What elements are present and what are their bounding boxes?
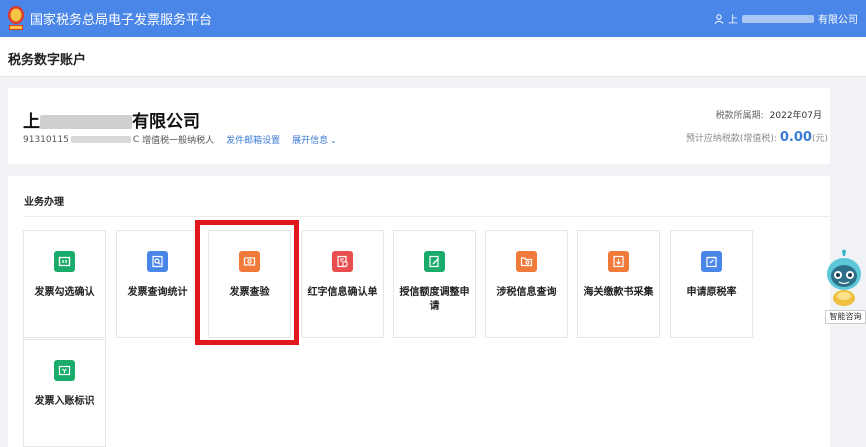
customs-collect-icon bbox=[608, 251, 629, 272]
tile-invoice-select-confirm[interactable]: 发票勾选确认 bbox=[23, 230, 106, 338]
tax-emblem-icon bbox=[8, 6, 24, 30]
company-name-suffix: 有限公司 bbox=[132, 112, 200, 132]
tile-label: 申请原税率 bbox=[686, 287, 737, 298]
page-title: 税务数字账户 bbox=[8, 53, 87, 68]
tile-label: 授信额度调整申请 bbox=[399, 287, 470, 312]
redacted-tax-id bbox=[70, 136, 131, 143]
redacted-company-name bbox=[40, 115, 132, 129]
tile-tax-info-query[interactable]: 涉税信息查询 bbox=[485, 230, 568, 338]
tax-period: 税款所属期: 2022年07月 bbox=[716, 108, 822, 121]
credit-adjust-icon bbox=[424, 251, 445, 272]
user-menu[interactable]: 上 有限公司 bbox=[714, 11, 858, 26]
tile-label: 发票勾选确认 bbox=[34, 287, 95, 298]
tax-period-value: 2022年07月 bbox=[769, 111, 822, 121]
invoice-book-icon bbox=[54, 360, 75, 381]
top-navigation-bar: 国家税务总局电子发票服务平台 上 有限公司 bbox=[0, 0, 866, 37]
tax-id-line: 91310115 C 增值税一般纳税人 发件邮箱设置 展开信息 ⌄ bbox=[23, 133, 337, 147]
apply-rate-icon bbox=[701, 251, 722, 272]
estimated-tax-label: 预计应纳税款(增值税): bbox=[685, 134, 777, 144]
company-name: 上 有限公司 bbox=[23, 107, 200, 132]
email-settings-link[interactable]: 发件邮箱设置 bbox=[226, 133, 280, 146]
tile-label: 红字信息确认单 bbox=[307, 287, 378, 298]
highlight-box bbox=[195, 220, 299, 345]
expand-info-label: 展开信息 bbox=[292, 136, 329, 146]
tile-credit-limit-adjust[interactable]: 授信额度调整申请 bbox=[393, 230, 476, 338]
tile-invoice-booking-mark[interactable]: 发票入账标识 bbox=[23, 339, 106, 447]
tax-period-label: 税款所属期: bbox=[715, 111, 764, 121]
estimated-tax-unit: (元) bbox=[811, 134, 828, 144]
business-section-title: 业务办理 bbox=[24, 197, 64, 208]
tile-customs-payment-collect[interactable]: 海关缴款书采集 bbox=[577, 230, 660, 338]
tile-invoice-query-stats[interactable]: 发票查询统计 bbox=[116, 230, 199, 338]
user-icon bbox=[714, 13, 724, 24]
tile-label: 涉税信息查询 bbox=[496, 287, 557, 298]
user-name-prefix: 上 bbox=[728, 15, 738, 26]
smart-consult-button[interactable]: 智能咨询 bbox=[825, 310, 866, 324]
user-name-suffix: 有限公司 bbox=[818, 15, 858, 26]
tile-red-letter-info-confirm[interactable]: 红字信息确认单 bbox=[301, 230, 384, 338]
estimated-tax: 预计应纳税款(增值税): 0.00 (元) bbox=[686, 130, 828, 145]
tax-id-suffix: C bbox=[132, 134, 140, 145]
red-letter-icon bbox=[332, 251, 353, 272]
estimated-tax-amount: 0.00 bbox=[779, 130, 812, 145]
company-info-card: 上 有限公司 91310115 C 增值税一般纳税人 发件邮箱设置 展开信息 ⌄ 税款… bbox=[8, 88, 830, 164]
tile-label: 海关缴款书采集 bbox=[583, 287, 654, 298]
tax-id-prefix: 91310115 bbox=[23, 134, 69, 145]
chevron-down-icon: ⌄ bbox=[330, 136, 337, 145]
expand-info-link[interactable]: 展开信息 ⌄ bbox=[292, 133, 337, 146]
page-header: 税务数字账户 bbox=[0, 37, 866, 77]
redacted-user-name bbox=[742, 14, 814, 23]
tile-label: 发票入账标识 bbox=[34, 396, 95, 407]
taxpayer-type: 增值税一般纳税人 bbox=[142, 136, 215, 146]
tile-label: 发票查询统计 bbox=[127, 287, 188, 298]
tile-apply-original-rate[interactable]: 申请原税率 bbox=[670, 230, 753, 338]
app-title: 国家税务总局电子发票服务平台 bbox=[30, 13, 213, 28]
invoice-query-icon bbox=[147, 251, 168, 272]
invoice-select-icon bbox=[54, 251, 75, 272]
tax-info-query-icon bbox=[516, 251, 537, 272]
company-name-prefix: 上 bbox=[23, 112, 40, 132]
section-divider bbox=[24, 216, 830, 217]
